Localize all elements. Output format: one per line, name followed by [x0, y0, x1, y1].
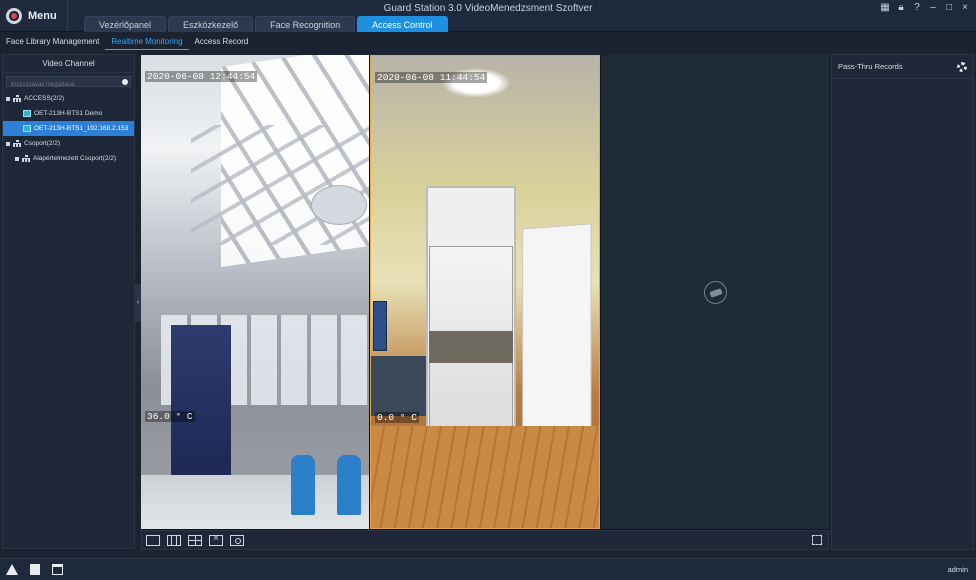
maximize-icon[interactable]: □ [944, 2, 954, 13]
tree-node-label: Csoport(2/2) [24, 140, 61, 147]
snapshot-icon[interactable] [230, 534, 244, 546]
grid-icon[interactable]: ▦ [880, 2, 890, 13]
video-frame-monitor [373, 301, 387, 351]
layout-1-icon[interactable] [146, 534, 160, 546]
channel-tree: ACCESS(2/2) OET-213H-BTS1 Demo OET-213H-… [3, 91, 134, 166]
tree-node-camera-153[interactable]: OET-213H-BTS1_192.168.2.153 [3, 121, 134, 136]
layout-3-icon[interactable] [167, 534, 181, 546]
search-icon[interactable] [122, 79, 128, 85]
video-tile-3-empty[interactable] [601, 55, 829, 529]
tab-face-recognition[interactable]: Face Recognition [255, 16, 356, 32]
video-timestamp: 2020-06-08 12:44:54 [145, 71, 258, 82]
search-input[interactable] [7, 80, 130, 90]
video-frame-cabinet-shelf [429, 331, 513, 363]
tree-node-default-group[interactable]: Alapértelmezett Csoport(2/2) [3, 151, 134, 166]
main-tabs: Vezérlőpanel Eszközkezelő Face Recogniti… [84, 16, 448, 32]
tree-node-csoport[interactable]: Csoport(2/2) [3, 136, 134, 151]
subtab-face-library[interactable]: Face Library Management [0, 34, 105, 50]
tree-node-label: Alapértelmezett Csoport(2/2) [33, 155, 117, 162]
camera-icon [23, 110, 31, 117]
help-icon[interactable]: ? [912, 2, 922, 13]
video-frame-lamp [311, 185, 367, 225]
video-frame-door [522, 223, 592, 439]
tree-node-access[interactable]: ACCESS(2/2) [3, 91, 134, 106]
video-tile-2[interactable]: 2020-06-08 11:44:54 0.0 ° C [370, 55, 600, 529]
camera-placeholder-icon [704, 281, 727, 304]
lock-icon[interactable]: 🔒︎ [896, 2, 906, 13]
tab-eszkozkezelo[interactable]: Eszközkezelő [168, 16, 254, 32]
video-toolbar [141, 530, 829, 550]
close-all-icon[interactable] [209, 533, 223, 546]
org-icon [13, 95, 21, 102]
status-icons [6, 564, 63, 575]
minimize-icon[interactable]: – [928, 2, 938, 13]
video-frame-chair [337, 455, 361, 515]
subtab-access-record[interactable]: Access Record [189, 34, 255, 50]
log-icon[interactable] [30, 564, 40, 575]
video-temperature: 0.0 ° C [375, 412, 419, 423]
gear-icon[interactable] [957, 61, 967, 72]
video-frame-banner [171, 325, 231, 485]
pass-thru-title: Pass-Thru Records [838, 62, 903, 71]
video-channel-panel: Video Channel ACCESS(2/2) OET-213H-BTS1 … [2, 54, 135, 549]
tab-vezerlopanel[interactable]: Vezérlőpanel [84, 16, 167, 32]
layout-4-icon[interactable] [188, 534, 202, 546]
warning-icon[interactable] [6, 564, 18, 575]
close-icon[interactable]: × [960, 2, 970, 13]
org-icon [13, 140, 21, 147]
app-title: Guard Station 3.0 VideoMenedzsment Szoft… [383, 3, 593, 14]
video-tile-1[interactable]: 2020-06-08 12:44:54 36.0 ° C [141, 55, 369, 529]
video-frame-chair [291, 455, 315, 515]
video-temperature: 36.0 ° C [145, 411, 195, 422]
video-frame-floor [141, 475, 369, 529]
expand-icon[interactable] [6, 141, 10, 146]
sub-navigation: Face Library Management Realtime Monitor… [0, 34, 976, 50]
download-icon[interactable] [52, 564, 63, 575]
video-channel-title: Video Channel [3, 55, 134, 73]
window-controls: ▦ 🔒︎ ? – □ × [880, 2, 970, 13]
video-frame-desk [371, 356, 426, 416]
status-bar: admin [0, 558, 976, 580]
org-icon [22, 155, 30, 162]
video-frame-floor [371, 426, 599, 528]
camera-icon [23, 125, 31, 132]
expand-icon[interactable] [15, 156, 19, 161]
subtab-realtime-monitoring[interactable]: Realtime Monitoring [105, 34, 189, 50]
tree-node-label: ACCESS(2/2) [24, 95, 65, 102]
tree-node-camera-demo[interactable]: OET-213H-BTS1 Demo [3, 106, 134, 121]
video-grid: 2020-06-08 12:44:54 36.0 ° C 2020-06-08 … [141, 55, 829, 530]
pass-thru-panel: Pass-Thru Records [831, 54, 974, 550]
fullscreen-icon[interactable] [812, 535, 822, 545]
tree-node-label: OET-213H-BTS1_192.168.2.153 [34, 125, 129, 132]
pass-thru-header: Pass-Thru Records [832, 55, 973, 79]
current-user: admin [947, 565, 968, 574]
tree-node-label: OET-213H-BTS1 Demo [34, 110, 103, 117]
tab-access-control[interactable]: Access Control [357, 16, 448, 32]
channel-search [6, 76, 131, 90]
title-bar: Menu Guard Station 3.0 VideoMenedzsment … [0, 0, 976, 32]
video-timestamp: 2020-06-08 11:44:54 [375, 72, 488, 83]
expand-icon[interactable] [6, 96, 10, 101]
